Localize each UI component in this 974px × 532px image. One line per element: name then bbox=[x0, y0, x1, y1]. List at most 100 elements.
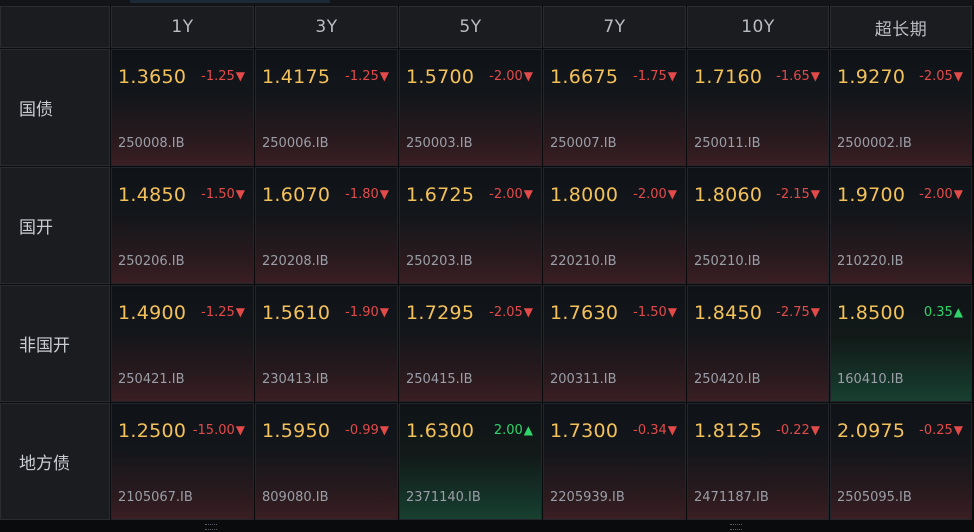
change-text: -1.75 bbox=[633, 69, 667, 84]
quote-cell[interactable]: 1.3650 -1.25▼ 250008.IB bbox=[111, 49, 254, 166]
triangle-down-icon: ▼ bbox=[235, 305, 245, 319]
change-value: -2.05▼ bbox=[489, 305, 533, 320]
bond-code: 2505095.IB bbox=[837, 490, 912, 505]
yield-value: 1.8450 bbox=[694, 302, 763, 324]
column-header[interactable]: 7Y bbox=[543, 6, 686, 48]
change-value: -1.65▼ bbox=[776, 69, 820, 84]
column-header[interactable]: 3Y bbox=[255, 6, 398, 48]
bond-code: 250011.IB bbox=[694, 136, 761, 151]
change-text: -1.90 bbox=[345, 305, 379, 320]
change-value: -2.00▼ bbox=[919, 187, 963, 202]
quote-cell[interactable]: 1.7295 -2.05▼ 250415.IB bbox=[399, 285, 542, 402]
yield-value: 1.5950 bbox=[262, 420, 331, 442]
quote-cell[interactable]: 1.8000 -2.00▼ 220210.IB bbox=[543, 167, 686, 284]
bond-code: 250007.IB bbox=[550, 136, 617, 151]
yield-value: 1.3650 bbox=[118, 66, 187, 88]
change-text: -2.00 bbox=[919, 187, 953, 202]
bond-code: 220210.IB bbox=[550, 254, 617, 269]
change-text: -1.50 bbox=[201, 187, 235, 202]
quote-cell[interactable]: 1.8450 -2.75▼ 250420.IB bbox=[687, 285, 829, 402]
quote-cell[interactable]: 1.5700 -2.00▼ 250003.IB bbox=[399, 49, 542, 166]
quote-cell[interactable]: 1.6070 -1.80▼ 220208.IB bbox=[255, 167, 398, 284]
change-text: 0.35 bbox=[923, 305, 953, 320]
row-header[interactable]: 非国开 bbox=[0, 285, 110, 402]
triangle-down-icon: ▼ bbox=[667, 69, 677, 83]
triangle-down-icon: ▼ bbox=[810, 423, 820, 437]
quote-cell[interactable]: 1.4900 -1.25▼ 250421.IB bbox=[111, 285, 254, 402]
bond-yield-board: 1Y 3Y 5Y 7Y 10Y 超长期 国债 1.3650 -1.25▼ 250008.IB 1.4… bbox=[0, 0, 974, 532]
quote-cell[interactable]: 1.6725 -2.00▼ 250203.IB bbox=[399, 167, 542, 284]
change-text: -0.25 bbox=[919, 423, 953, 438]
change-text: -2.00 bbox=[489, 69, 523, 84]
triangle-down-icon: ▼ bbox=[810, 69, 820, 83]
quote-cell[interactable]: 1.8500 0.35▲ 160410.IB bbox=[830, 285, 972, 402]
yield-value: 1.6725 bbox=[406, 184, 475, 206]
triangle-down-icon: ▼ bbox=[379, 187, 389, 201]
triangle-down-icon: ▼ bbox=[810, 305, 820, 319]
change-value: -0.22▼ bbox=[776, 423, 820, 438]
quote-cell[interactable]: 1.2500 -15.00▼ 2105067.IB bbox=[111, 403, 254, 520]
quote-cell[interactable]: 1.9270 -2.05▼ 2500002.IB bbox=[830, 49, 972, 166]
quote-cell[interactable]: 1.6300 2.00▲ 2371140.IB bbox=[399, 403, 542, 520]
row-header[interactable]: 地方债 bbox=[0, 403, 110, 520]
change-text: -1.25 bbox=[345, 69, 379, 84]
quote-cell[interactable]: 1.8125 -0.22▼ 2471187.IB bbox=[687, 403, 829, 520]
yield-value: 1.4175 bbox=[262, 66, 331, 88]
column-header[interactable]: 1Y bbox=[111, 6, 254, 48]
bond-code: 2500002.IB bbox=[837, 136, 912, 151]
quote-cell[interactable]: 1.7300 -0.34▼ 2205939.IB bbox=[543, 403, 686, 520]
bond-code: 250003.IB bbox=[406, 136, 473, 151]
yield-value: 1.5610 bbox=[262, 302, 331, 324]
yield-value: 1.7160 bbox=[694, 66, 763, 88]
change-value: -15.00▼ bbox=[193, 423, 245, 438]
bond-code: 200311.IB bbox=[550, 372, 617, 387]
bond-code: 230413.IB bbox=[262, 372, 329, 387]
column-header[interactable]: 超长期 bbox=[830, 6, 972, 48]
change-text: 2.00 bbox=[493, 423, 523, 438]
yield-value: 1.7300 bbox=[550, 420, 619, 442]
change-value: -0.34▼ bbox=[633, 423, 677, 438]
triangle-down-icon: ▼ bbox=[953, 423, 963, 437]
bond-code: 809080.IB bbox=[262, 490, 329, 505]
change-value: -0.25▼ bbox=[919, 423, 963, 438]
change-value: 0.35▲ bbox=[924, 305, 963, 320]
quote-cell[interactable]: 1.8060 -2.15▼ 250210.IB bbox=[687, 167, 829, 284]
quote-cell[interactable]: 1.5950 -0.99▼ 809080.IB bbox=[255, 403, 398, 520]
bond-code: 250203.IB bbox=[406, 254, 473, 269]
quote-cell[interactable]: 1.5610 -1.90▼ 230413.IB bbox=[255, 285, 398, 402]
change-text: -1.65 bbox=[776, 69, 810, 84]
change-value: -1.50▼ bbox=[633, 305, 677, 320]
top-strip-tab bbox=[130, 0, 330, 3]
bond-code: 160410.IB bbox=[837, 372, 904, 387]
quote-cell[interactable]: 2.0975 -0.25▼ 2505095.IB bbox=[830, 403, 972, 520]
quote-cell[interactable]: 1.7160 -1.65▼ 250011.IB bbox=[687, 49, 829, 166]
change-text: -1.80 bbox=[345, 187, 379, 202]
change-value: -1.80▼ bbox=[345, 187, 389, 202]
row-header[interactable]: 国开 bbox=[0, 167, 110, 284]
yield-value: 1.8125 bbox=[694, 420, 763, 442]
triangle-down-icon: ▼ bbox=[953, 187, 963, 201]
change-text: -2.05 bbox=[919, 69, 953, 84]
change-value: -1.25▼ bbox=[201, 305, 245, 320]
change-value: -1.90▼ bbox=[345, 305, 389, 320]
quote-cell[interactable]: 1.6675 -1.75▼ 250007.IB bbox=[543, 49, 686, 166]
quote-cell[interactable]: 1.4175 -1.25▼ 250006.IB bbox=[255, 49, 398, 166]
resize-handle-left[interactable] bbox=[205, 524, 217, 530]
change-text: -1.25 bbox=[201, 69, 235, 84]
triangle-down-icon: ▼ bbox=[235, 187, 245, 201]
quote-cell[interactable]: 1.7630 -1.50▼ 200311.IB bbox=[543, 285, 686, 402]
yield-value: 1.8500 bbox=[837, 302, 906, 324]
resize-handle-right[interactable] bbox=[730, 524, 742, 530]
column-header[interactable]: 5Y bbox=[399, 6, 542, 48]
bond-code: 2471187.IB bbox=[694, 490, 769, 505]
change-value: -2.00▼ bbox=[489, 187, 533, 202]
quote-cell[interactable]: 1.9700 -2.00▼ 210220.IB bbox=[830, 167, 972, 284]
yield-value: 1.5700 bbox=[406, 66, 475, 88]
triangle-down-icon: ▼ bbox=[667, 187, 677, 201]
quote-cell[interactable]: 1.4850 -1.50▼ 250206.IB bbox=[111, 167, 254, 284]
yield-value: 1.6675 bbox=[550, 66, 619, 88]
row-header[interactable]: 国债 bbox=[0, 49, 110, 166]
column-header[interactable]: 10Y bbox=[687, 6, 829, 48]
yield-value: 1.7630 bbox=[550, 302, 619, 324]
bond-code: 250008.IB bbox=[118, 136, 185, 151]
